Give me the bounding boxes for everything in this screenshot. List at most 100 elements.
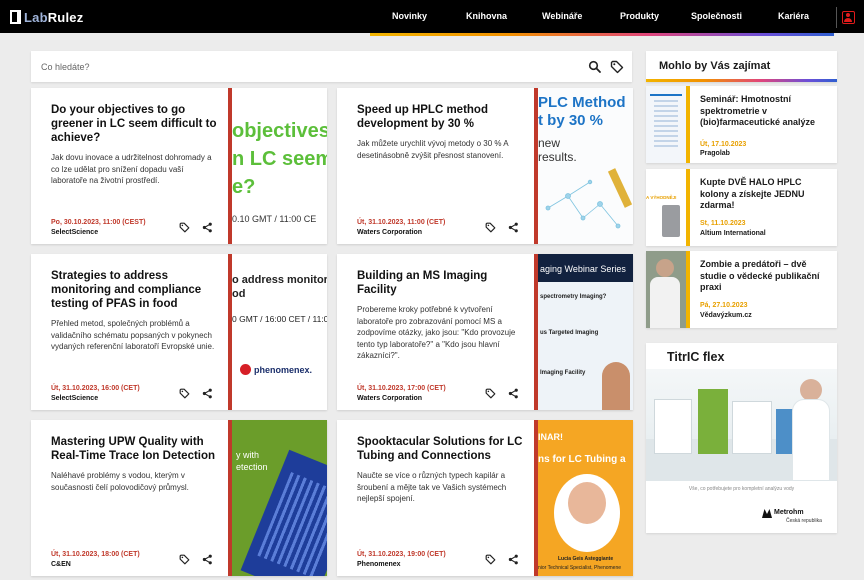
card-thumbnail[interactable]: PLC Method t by 30 % new results. [538, 88, 633, 244]
search-input[interactable] [41, 60, 561, 74]
card-thumbnail[interactable]: aging Webinar Series spectrometry Imagin… [538, 254, 633, 410]
thumbnail-text: new [538, 136, 561, 150]
card-title[interactable]: Spooktacular Solutions for LC Tubing and… [357, 435, 525, 463]
speaker-photo [602, 362, 630, 410]
nav-item-produkty[interactable]: Produkty [620, 11, 659, 21]
card-thumbnail[interactable]: o address monitor od 0 GMT / 16:00 CET /… [232, 254, 327, 410]
tag-icon[interactable] [179, 388, 190, 399]
nav-item-kariera[interactable]: Kariéra [778, 11, 809, 21]
card-actions [179, 554, 213, 565]
user-icon [841, 11, 855, 24]
card-organizer[interactable]: Waters Corporation [357, 395, 422, 402]
card-thumbnail[interactable]: objectives n LC seem e? 0.10 GMT / 11:00… [232, 88, 327, 244]
user-account-button[interactable] [836, 7, 859, 28]
card-organizer[interactable]: C&EN [51, 561, 71, 568]
ad-caption: Vše, co potřebujete pro kompletní analýz… [688, 486, 795, 492]
card-organizer[interactable]: Waters Corporation [357, 229, 422, 236]
logo-text-part1: Lab [24, 9, 48, 25]
sidebar-item-text: Seminář: Hmotnostní spektrometrie v (bio… [700, 94, 830, 129]
card-date: Út, 31.10.2023, 16:00 (CET) [51, 385, 140, 392]
sidebar-item-organizer: Altium International [700, 230, 766, 237]
card-title[interactable]: Strategies to address monitoring and com… [51, 269, 219, 311]
thumbnail-text: t by 30 % [538, 112, 604, 129]
search-bar [31, 51, 632, 82]
card-date: Út, 31.10.2023, 19:00 (CET) [357, 551, 446, 558]
thumbnail-text: INAR! [538, 432, 563, 442]
sidebar-item-title[interactable]: Zombie a predátoři – dvě studie o vědeck… [700, 259, 830, 294]
tag-icon[interactable] [485, 388, 496, 399]
sidebar-item-title[interactable]: Kupte DVĚ HALO HPLC kolony a získejte JE… [700, 177, 830, 212]
ad-brand-subtitle: Česká republika [786, 518, 822, 524]
header-gradient-bar [370, 33, 834, 36]
tag-icon[interactable] [485, 222, 496, 233]
molecule-graphic [545, 168, 633, 229]
webinar-card[interactable]: Spooktacular Solutions for LC Tubing and… [337, 420, 633, 576]
sidebar-item[interactable]: A VÝHODNĚJI Kupte DVĚ HALO HPLC kolony a… [646, 169, 837, 246]
card-date: Út, 31.10.2023, 18:00 (CET) [51, 551, 140, 558]
sidebar-item[interactable]: Zombie a predátoři – dvě studie o vědeck… [646, 251, 837, 328]
thumbnail-text: phenomenex. [254, 365, 313, 375]
card-thumbnail[interactable]: INAR! ns for LC Tubing a Lucia Geis Aste… [538, 420, 633, 576]
speaker-photo [568, 482, 606, 524]
tag-icon[interactable] [179, 554, 190, 565]
nav-item-spolecnosti[interactable]: Společnosti [691, 11, 742, 21]
card-organizer[interactable]: SelectScience [51, 229, 98, 236]
card-actions [485, 222, 519, 233]
thumbnail-text: results. [538, 150, 577, 164]
share-icon[interactable] [202, 388, 213, 399]
thumbnail-text: Lucia Geis Asteggiante [558, 556, 614, 562]
share-icon[interactable] [202, 554, 213, 565]
webinar-card[interactable]: Building an MS Imaging Facility Proberem… [337, 254, 633, 410]
advertisement-banner[interactable]: TitrIC flex Vše, co potřebujete pro komp… [646, 343, 837, 533]
card-title[interactable]: Building an MS Imaging Facility [357, 269, 525, 297]
webinar-card[interactable]: Strategies to address monitoring and com… [31, 254, 327, 410]
sidebar-item-title[interactable]: Seminář: Hmotnostní spektrometrie v (bio… [700, 94, 830, 129]
sidebar-item-thumbnail [646, 86, 686, 163]
sidebar-item-date: St, 11.10.2023 [700, 220, 746, 227]
card-description: Naléhavé problémy s vodou, kterým v souč… [51, 471, 189, 492]
sidebar-item-stripe [686, 169, 690, 246]
tag-icon[interactable] [179, 222, 190, 233]
nav-item-webinare[interactable]: Webináře [542, 11, 582, 21]
webinar-card[interactable]: Mastering UPW Quality with Real-Time Tra… [31, 420, 327, 576]
thumbnail-text: us Targeted Imaging [540, 330, 599, 336]
thumbnail-text: nior Technical Specialist, Phenomene [538, 565, 622, 571]
card-organizer[interactable]: Phenomenex [357, 561, 401, 568]
labrulez-logo[interactable]: LabRulez [10, 9, 83, 25]
card-title[interactable]: Do your objectives to go greener in LC s… [51, 103, 219, 145]
sidebar-item-thumbnail [646, 251, 686, 328]
nav-item-novinky[interactable]: Novinky [392, 11, 427, 21]
share-icon[interactable] [508, 388, 519, 399]
card-actions [179, 388, 213, 399]
thumbnail-text: od [232, 288, 246, 300]
card-description: Jak můžete urychlit vývoj metody o 30 % … [357, 139, 509, 160]
tag-icon[interactable] [485, 554, 496, 565]
webinar-card[interactable]: Speed up HPLC method development by 30 %… [337, 88, 633, 244]
thumbnail-text: PLC Method [538, 94, 626, 111]
search-icon[interactable] [588, 60, 602, 74]
card-thumbnail[interactable]: y with etection [232, 420, 327, 576]
share-icon[interactable] [508, 222, 519, 233]
card-title[interactable]: Speed up HPLC method development by 30 % [357, 103, 525, 131]
webinar-card[interactable]: Do your objectives to go greener in LC s… [31, 88, 327, 244]
card-actions [485, 554, 519, 565]
ad-image [646, 369, 837, 481]
sidebar-item-stripe [686, 251, 690, 328]
share-icon[interactable] [508, 554, 519, 565]
sidebar-item[interactable]: Seminář: Hmotnostní spektrometrie v (bio… [646, 86, 837, 163]
metrohm-logo-icon [762, 509, 772, 518]
phenomenex-logo-icon [240, 364, 251, 375]
share-icon[interactable] [202, 222, 213, 233]
sidebar-item-thumbnail: A VÝHODNĚJI [646, 169, 686, 246]
sidebar-item-organizer: Pragolab [700, 150, 730, 157]
thumbnail-text: Imaging Facility [540, 370, 586, 376]
tag-filter-icon[interactable] [610, 60, 624, 74]
card-description: Jak dovu inovace a udržitelnost dohromad… [51, 153, 212, 185]
thumbnail-text: objectives [232, 120, 327, 142]
nav-item-knihovna[interactable]: Knihovna [466, 11, 507, 21]
recommended-sidebar: Mohlo by Vás zajímat Seminář: Hmotnostní… [646, 51, 837, 330]
card-title[interactable]: Mastering UPW Quality with Real-Time Tra… [51, 435, 219, 463]
card-organizer[interactable]: SelectScience [51, 395, 98, 402]
sidebar-header: Mohlo by Vás zajímat [646, 51, 837, 82]
logo-text-part2: Rulez [47, 9, 84, 25]
